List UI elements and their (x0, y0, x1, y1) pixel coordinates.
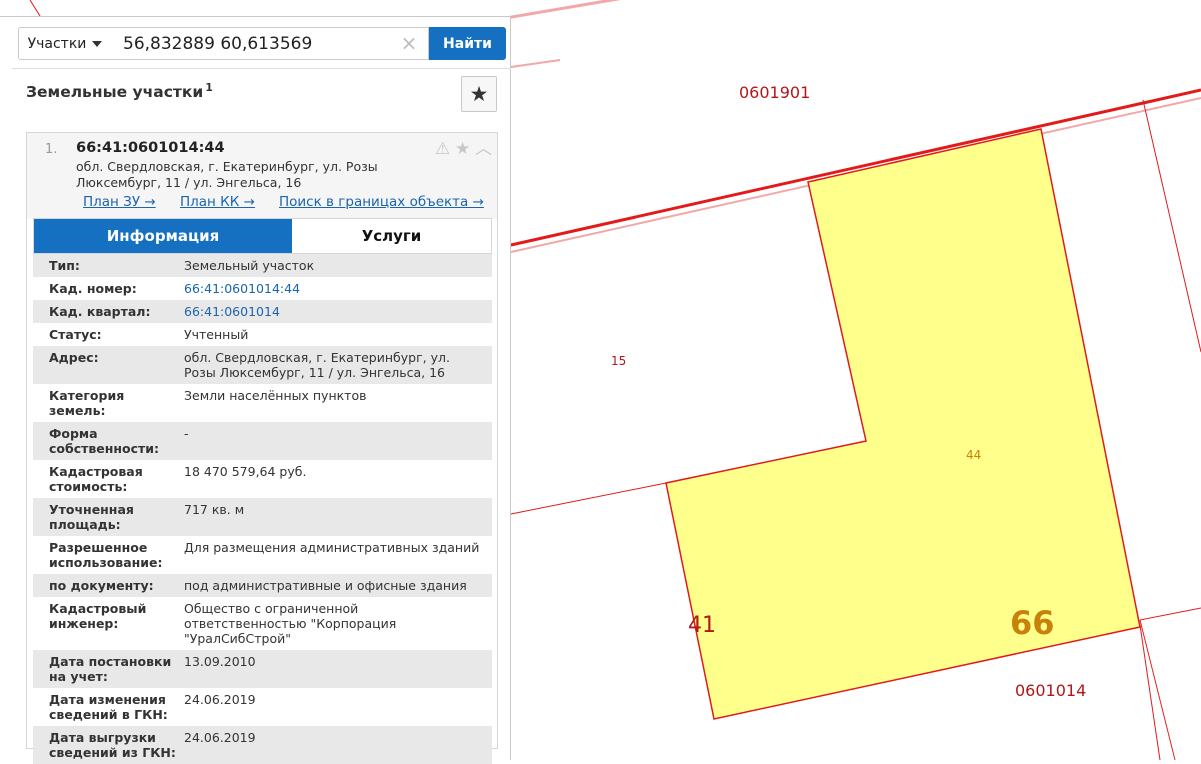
result-count: 1 (205, 81, 213, 94)
panel-title: Земельные участки 1 (26, 81, 213, 101)
attribute-key: Дата выгрузки сведений из ГКН: (49, 730, 176, 760)
map-label-district-41: 41 (688, 613, 716, 638)
attribute-key: Кадастровая стоимость: (49, 464, 143, 494)
close-icon[interactable]: × (398, 32, 420, 54)
attribute-key: Уточненная площадь: (49, 502, 134, 532)
attribute-row: Статус: Учтенный (33, 323, 492, 346)
map-label-block-south: 0601014 (1015, 681, 1086, 700)
result-address: обл. Свердловская, г. Екатеринбург, ул. … (76, 159, 378, 190)
attribute-row: Категория земель: Земли населённых пункто… (33, 384, 492, 422)
attribute-key: Дата изменения сведений в ГКН: (49, 692, 168, 722)
attribute-row: Адрес: обл. Свердловская, г. Екатеринбург… (33, 346, 492, 384)
panel-title-text: Земельные участки (26, 83, 204, 102)
tab-information[interactable]: Информация (34, 219, 292, 253)
result-number: 1. (45, 142, 58, 157)
attribute-value: 717 кв. м (184, 502, 245, 517)
attribute-value-link[interactable]: 66:41:0601014 (184, 304, 484, 319)
attribute-row: Уточненная площадь: 717 кв. м (33, 498, 492, 536)
attribute-key: Адрес: (49, 350, 99, 365)
attribute-row: Кадастровая стоимость: 18 470 579,64 руб. (33, 460, 492, 498)
attribute-row: Кадастровый инженер: Общество с ограничен… (33, 597, 492, 650)
plan-kk-link[interactable]: План КК → (180, 194, 255, 210)
attribute-key: Тип: (49, 258, 80, 273)
map-label-parcel-15: 15 (611, 354, 626, 368)
search-bar: Участки × Найти (18, 27, 506, 60)
attribute-value: 24.06.2019 (184, 692, 256, 707)
divider (12, 68, 511, 69)
favorite-button[interactable]: ★ (461, 76, 497, 112)
attribute-key: по документу: (49, 578, 154, 593)
search-panel: Участки × Найти Земельные участки1 ★ 1. … (0, 16, 511, 764)
attribute-value: Земли населённых пунктов (184, 388, 367, 403)
attribute-key: Кадастровый инженер: (49, 601, 147, 631)
result-cad-number: 66:41:0601014:44 (76, 140, 225, 156)
warning-icon[interactable]: ⚠ (435, 139, 450, 159)
star-icon[interactable]: ★ (455, 139, 470, 159)
attribute-key: Форма собственности: (49, 426, 160, 456)
attribute-key: Дата постановки на учет: (49, 654, 172, 684)
result-tabs: Информация Услуги (33, 218, 492, 254)
attribute-value-link[interactable]: 66:41:0601014:44 (184, 281, 484, 296)
attribute-value: Для размещения административных зданий (184, 540, 480, 555)
attribute-row: Форма собственности: - (33, 422, 492, 460)
tab-services[interactable]: Услуги (292, 219, 491, 253)
attribute-value: 24.06.2019 (184, 730, 256, 745)
chevron-up-icon[interactable]: ︿ (475, 139, 492, 159)
attribute-key: Статус: (49, 327, 102, 342)
search-type-dropdown[interactable]: Участки (18, 27, 112, 60)
search-type-label: Участки (27, 35, 87, 52)
find-button[interactable]: Найти (429, 27, 506, 60)
attribute-row: Дата изменения сведений в ГКН: 24.06.2019 (33, 688, 492, 726)
map-label-region-66: 66 (1010, 604, 1055, 642)
result-card-header[interactable]: 1. 66:41:0601014:44 обл. Свердловская, г… (27, 133, 497, 219)
result-card: 1. 66:41:0601014:44 обл. Свердловская, г… (26, 132, 498, 764)
attribute-value: 13.09.2010 (184, 654, 256, 669)
attribute-key: Категория земель: (49, 388, 125, 418)
search-input[interactable] (111, 27, 429, 60)
plan-zu-link[interactable]: План ЗУ → (83, 194, 156, 210)
search-in-bounds-link[interactable]: Поиск в границах объекта → (279, 194, 484, 210)
attribute-value: 18 470 579,64 руб. (184, 464, 307, 479)
attribute-value: под административные и офисные здания (184, 578, 467, 593)
attributes-table: Тип: Земельный участок Кад. номер: 66:41:06… (33, 254, 492, 764)
attribute-key: Разрешенное использование: (49, 540, 163, 570)
attribute-row: Кад. номер: 66:41:0601014:44 (33, 277, 492, 300)
attribute-value: Общество с ограниченной ответственностью… (184, 601, 397, 646)
attribute-row: Кад. квартал: 66:41:0601014 (33, 300, 492, 323)
attribute-value: Учтенный (184, 327, 249, 342)
star-icon: ★ (469, 82, 489, 106)
attribute-value: Земельный участок (184, 258, 315, 273)
map-label-block-north: 0601901 (739, 83, 810, 102)
attribute-value: - (184, 426, 189, 441)
attribute-key: Кад. номер: (49, 281, 137, 296)
attribute-key: Кад. квартал: (49, 304, 151, 319)
attribute-row: Дата выгрузки сведений из ГКН: 24.06.2019 (33, 726, 492, 764)
attribute-value: обл. Свердловская, г. Екатеринбург, ул. … (184, 350, 450, 380)
attribute-row: Тип: Земельный участок (33, 254, 492, 277)
chevron-down-icon (92, 40, 103, 47)
map-label-parcel-44: 44 (966, 448, 981, 462)
attribute-row: по документу: под административные и офис… (33, 574, 492, 597)
attribute-row: Дата постановки на учет: 13.09.2010 (33, 650, 492, 688)
attribute-row: Разрешенное использование: Для размещения… (33, 536, 492, 574)
